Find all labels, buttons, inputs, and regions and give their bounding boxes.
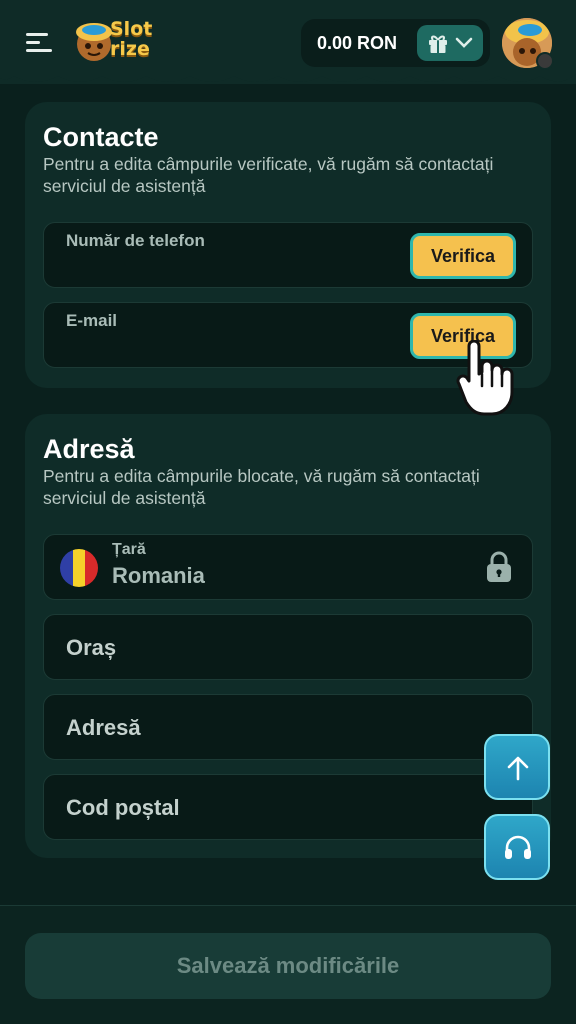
address-title: Adresă — [43, 434, 135, 464]
logo-text-bottom: rize — [110, 38, 150, 60]
headphones-icon — [505, 835, 531, 859]
country-field: Țară Romania — [43, 534, 533, 600]
scroll-to-top-button[interactable] — [484, 734, 550, 800]
balance-widget: 0.00 RON — [301, 19, 490, 67]
lock-icon — [487, 551, 511, 582]
header-wave-decoration — [0, 62, 576, 82]
arrow-up-icon — [507, 756, 529, 781]
address-input[interactable]: Adresă — [43, 694, 533, 760]
save-changes-button[interactable]: Salvează modificările — [25, 933, 551, 999]
city-input[interactable]: Oraș — [43, 614, 533, 680]
phone-field[interactable]: Număr de telefon Verifica — [43, 222, 533, 288]
romania-flag-icon — [60, 549, 98, 587]
city-placeholder: Oraș — [66, 635, 117, 660]
phone-label: Număr de telefon — [66, 231, 205, 250]
verify-phone-button[interactable]: Verifica — [410, 233, 516, 279]
pointer-hand-icon — [456, 340, 514, 416]
menu-icon — [26, 33, 48, 36]
postal-code-input[interactable]: Cod poștal — [43, 774, 533, 840]
site-logo[interactable]: Slot rize — [72, 14, 164, 66]
address-description: Pentru a edita câmpurile blocate, vă rug… — [43, 466, 480, 508]
country-label: Țară — [112, 541, 146, 558]
contacts-title: Contacte — [43, 122, 159, 152]
bottom-action-bar: Salvează modificările — [0, 905, 576, 1024]
bonus-dropdown-button[interactable] — [417, 25, 483, 61]
country-value: Romania — [112, 563, 205, 588]
balance-amount: 0.00 RON — [317, 33, 398, 53]
menu-button[interactable] — [26, 28, 56, 56]
support-button[interactable] — [484, 814, 550, 880]
email-label: E-mail — [66, 311, 118, 330]
address-placeholder: Adresă — [66, 715, 141, 740]
address-card: Adresă Pentru a edita câmpurile blocate,… — [25, 414, 551, 858]
avatar-status-badge — [536, 52, 554, 70]
postal-code-placeholder: Cod poștal — [66, 795, 180, 820]
gift-icon — [429, 35, 447, 53]
logo-text-top: Slot — [110, 18, 153, 40]
contacts-description: Pentru a edita câmpurile verificate, vă … — [43, 154, 494, 196]
top-bar: Slot rize 0.00 RON — [0, 0, 576, 84]
chevron-down-icon — [455, 37, 473, 48]
